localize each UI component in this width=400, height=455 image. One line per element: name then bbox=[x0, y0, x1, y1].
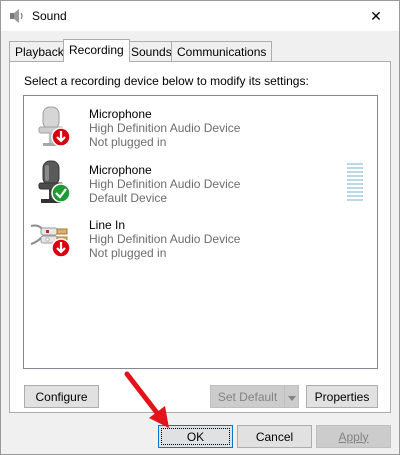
not-plugged-in-badge bbox=[51, 127, 71, 150]
list-item[interactable]: Line In High Definition Audio Device Not… bbox=[24, 210, 377, 264]
device-status: Not plugged in bbox=[89, 246, 167, 260]
set-default-button[interactable]: Set Default bbox=[210, 385, 285, 408]
tab-playback[interactable]: Playback bbox=[9, 41, 70, 61]
device-list[interactable]: Microphone High Definition Audio Device … bbox=[23, 95, 378, 369]
set-default-dropdown-button[interactable] bbox=[284, 385, 299, 408]
tab-sounds[interactable]: Sounds bbox=[125, 41, 178, 61]
default-check-badge bbox=[51, 183, 71, 206]
device-description: High Definition Audio Device bbox=[89, 232, 241, 246]
cancel-button[interactable]: Cancel bbox=[237, 425, 312, 448]
device-name: Line In bbox=[89, 218, 126, 232]
device-name: Microphone bbox=[89, 107, 152, 121]
device-status: Not plugged in bbox=[89, 135, 167, 149]
list-item[interactable]: Microphone High Definition Audio Device … bbox=[24, 155, 377, 209]
annotation-arrow-icon bbox=[121, 366, 181, 436]
button-label: Properties bbox=[314, 389, 370, 404]
recording-panel: Select a recording device below to modif… bbox=[9, 61, 391, 413]
level-meter bbox=[347, 163, 363, 203]
tab-label: Recording bbox=[69, 43, 124, 57]
apply-button[interactable]: Apply bbox=[316, 425, 391, 448]
close-button[interactable]: ✕ bbox=[353, 1, 399, 31]
close-icon: ✕ bbox=[370, 7, 382, 24]
button-label: Configure bbox=[35, 389, 88, 404]
button-label: Apply bbox=[338, 429, 369, 444]
configure-button[interactable]: Configure bbox=[24, 385, 99, 408]
title-bar[interactable]: Sound ✕ bbox=[1, 1, 399, 31]
device-status: Default Device bbox=[89, 191, 168, 205]
tab-label: Playback bbox=[15, 45, 64, 59]
speaker-icon bbox=[9, 9, 25, 23]
sound-dialog: Sound ✕ Playback Recording Sounds Commun… bbox=[0, 0, 400, 455]
not-plugged-in-badge bbox=[51, 238, 71, 261]
chevron-down-icon bbox=[287, 390, 296, 404]
list-item[interactable]: Microphone High Definition Audio Device … bbox=[24, 99, 377, 153]
device-description: High Definition Audio Device bbox=[89, 121, 241, 135]
device-description: High Definition Audio Device bbox=[89, 177, 241, 191]
line-in-icon bbox=[29, 214, 77, 262]
button-label: Cancel bbox=[255, 429, 294, 444]
properties-button[interactable]: Properties bbox=[306, 385, 378, 408]
tab-label: Communications bbox=[177, 45, 267, 59]
microphone-icon bbox=[29, 159, 77, 207]
tab-recording[interactable]: Recording bbox=[63, 39, 130, 62]
button-label: Set Default bbox=[217, 389, 278, 404]
tab-communications[interactable]: Communications bbox=[171, 41, 273, 61]
microphone-icon bbox=[29, 103, 77, 151]
device-name: Microphone bbox=[89, 163, 152, 177]
button-label: OK bbox=[186, 429, 205, 444]
instruction-label: Select a recording device below to modif… bbox=[24, 74, 309, 88]
window-title: Sound bbox=[32, 9, 67, 23]
tab-label: Sounds bbox=[131, 45, 172, 59]
